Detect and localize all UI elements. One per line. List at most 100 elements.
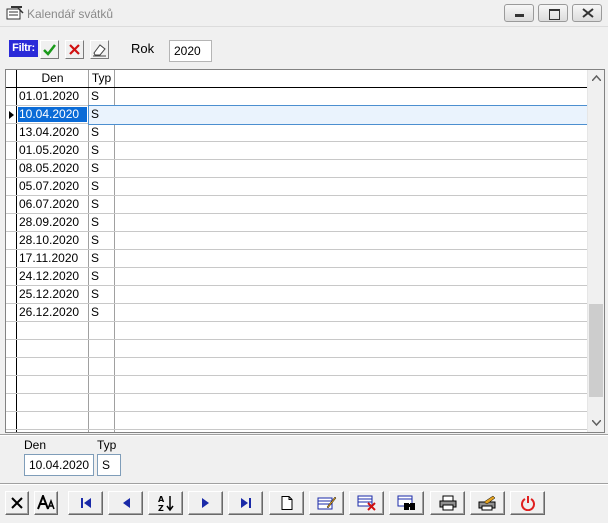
table-row[interactable]: 28.10.2020 S [6,232,587,250]
column-header-den[interactable]: Den [17,70,88,87]
filter-clear-button[interactable] [65,40,84,59]
vertical-scrollbar[interactable] [587,70,604,432]
table-row[interactable]: 17.11.2020 S [6,250,587,268]
title-bar: Kalendář svátků [0,0,608,27]
font-icon [37,495,55,510]
print-button[interactable] [430,491,465,515]
close-icon [582,8,594,18]
cell-den[interactable]: 01.05.2020 [18,142,88,159]
close-button[interactable] [572,4,602,22]
exit-button[interactable] [510,491,545,515]
table-row[interactable]: 08.05.2020 S [6,160,587,178]
divider [0,434,608,436]
cell-den[interactable]: 28.10.2020 [18,232,88,249]
cell-den[interactable]: 25.12.2020 [18,286,88,303]
first-record-button[interactable] [68,491,103,515]
typ-field[interactable]: S [97,454,121,476]
font-button[interactable] [34,491,58,515]
sort-az-icon: A Z [158,495,174,512]
find-record-button[interactable] [389,491,424,515]
table-row[interactable] [6,340,587,358]
table-row[interactable]: 06.07.2020 S [6,196,587,214]
new-record-button[interactable] [269,491,304,515]
cell-den[interactable]: 13.04.2020 [18,124,88,141]
chevron-up-icon [592,75,601,81]
cancel-button[interactable] [5,491,29,515]
cell-typ[interactable]: S [90,178,114,195]
den-field[interactable]: 10.04.2020 [24,454,94,476]
cell-den[interactable]: 08.05.2020 [18,160,88,177]
cell-den[interactable]: 05.07.2020 [18,178,88,195]
table-row[interactable] [6,322,587,340]
cell-typ[interactable]: S [90,196,114,213]
cell-typ[interactable]: S [90,124,114,141]
cell-den[interactable]: 26.12.2020 [18,304,88,321]
table-row[interactable]: 01.01.2020 S [6,88,587,106]
holiday-grid[interactable]: Den Typ 01.01.2020 S 10.04.2020 S 13.04.2020… [5,69,605,433]
maximize-button[interactable] [538,4,568,22]
next-record-button[interactable] [188,491,223,515]
chevron-down-icon [592,420,601,426]
table-row[interactable]: 01.05.2020 S [6,142,587,160]
filter-label: Filtr: [9,40,38,57]
cell-den[interactable]: 17.11.2020 [18,250,88,267]
delete-record-button[interactable] [349,491,384,515]
filter-apply-button[interactable] [40,40,59,59]
minimize-button[interactable] [504,4,534,22]
detail-typ-label: Typ [97,438,117,452]
table-row[interactable] [6,412,587,430]
cell-typ[interactable]: S [90,142,114,159]
filter-erase-button[interactable] [90,40,109,59]
cell-typ[interactable]: S [90,214,114,231]
next-record-icon [201,498,209,508]
cancel-icon [11,497,23,509]
cell-den[interactable]: 28.09.2020 [18,214,88,231]
print-settings-button[interactable] [470,491,505,515]
last-record-icon [240,498,251,508]
cell-typ[interactable]: S [90,232,114,249]
table-row[interactable]: 28.09.2020 S [6,214,587,232]
edit-record-icon [317,496,336,510]
detail-den-label: Den [24,438,47,452]
cross-red-icon [69,44,80,55]
prev-record-button[interactable] [108,491,143,515]
cell-den[interactable]: 06.07.2020 [18,196,88,213]
delete-record-icon [357,495,376,511]
table-row[interactable] [6,394,587,412]
window-title: Kalendář svátků [27,7,114,21]
rok-label: Rok [131,41,155,56]
scroll-thumb[interactable] [589,304,603,397]
table-row[interactable]: 10.04.2020 S [6,105,589,125]
print-icon [439,495,456,511]
cell-den[interactable]: 10.04.2020 [18,107,87,122]
svg-text:A: A [158,495,165,504]
last-record-button[interactable] [228,491,263,515]
app-icon [6,6,24,20]
scroll-up-button[interactable] [588,70,604,87]
cell-typ[interactable]: S [90,106,114,123]
cell-den[interactable]: 24.12.2020 [18,268,88,285]
sort-button[interactable]: A Z [148,491,183,515]
table-row[interactable]: 13.04.2020 S [6,124,587,142]
rok-input[interactable]: 2020 [169,40,212,62]
cell-typ[interactable]: S [90,268,114,285]
cell-typ[interactable]: S [90,250,114,267]
scroll-down-button[interactable] [588,415,604,432]
table-row[interactable]: 26.12.2020 S [6,304,587,322]
cell-typ[interactable]: S [90,88,114,105]
table-row[interactable]: 25.12.2020 S [6,286,587,304]
grid-rows: 01.01.2020 S 10.04.2020 S 13.04.2020 S 01.05.2… [6,88,589,430]
table-row[interactable] [6,358,587,376]
table-row[interactable] [6,376,587,394]
svg-text:Z: Z [158,504,164,512]
edit-record-button[interactable] [309,491,344,515]
table-row[interactable]: 05.07.2020 S [6,178,587,196]
column-header-typ[interactable]: Typ [89,70,114,87]
cell-typ[interactable]: S [90,286,114,303]
power-icon [520,496,535,511]
cell-den[interactable]: 01.01.2020 [18,88,88,105]
cell-typ[interactable]: S [90,304,114,321]
cell-typ[interactable]: S [90,160,114,177]
grid-header: Den Typ [6,70,587,88]
table-row[interactable]: 24.12.2020 S [6,268,587,286]
